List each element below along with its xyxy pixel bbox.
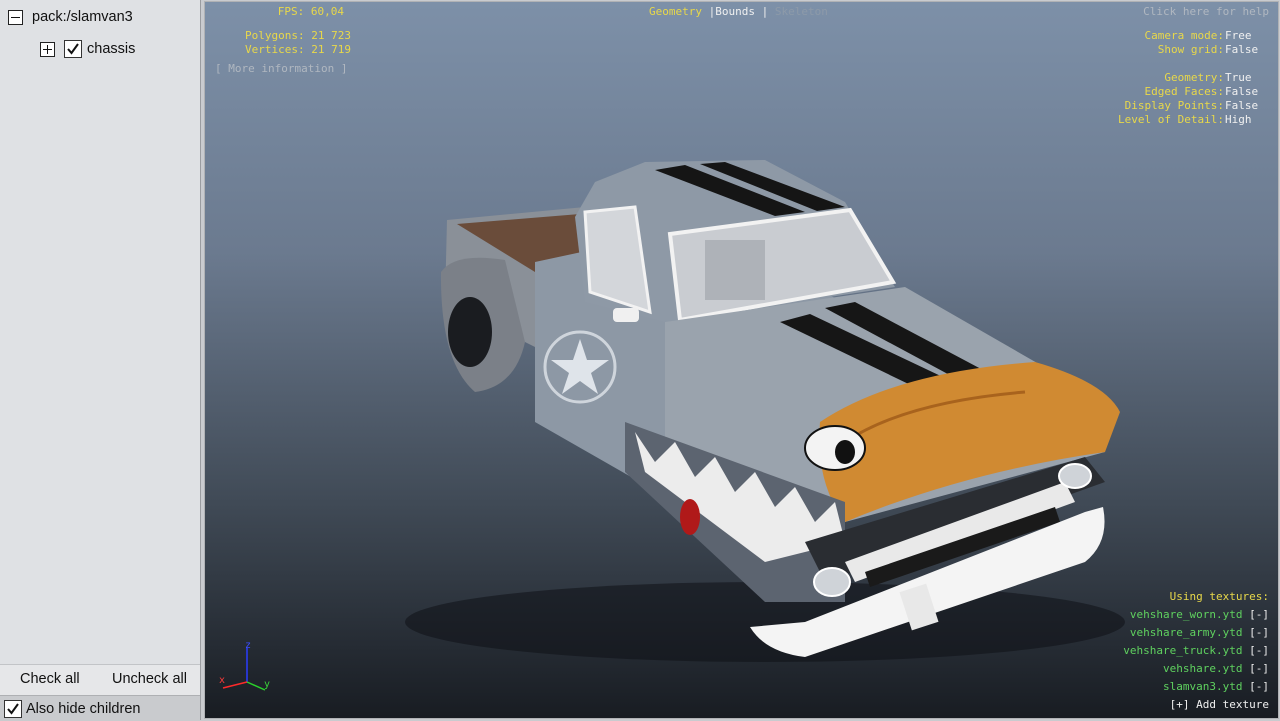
check-buttons-bar: Check all Uncheck all [0,664,200,695]
3d-viewport[interactable]: FPS: 60,04 Polygons: 21 723 Vertices: 21… [204,1,1279,719]
texture-item: slamvan3.ytd [-] [1163,680,1269,693]
axis-gizmo [222,648,266,691]
remove-texture-button[interactable]: [-] [1249,662,1269,675]
model-tree-panel: pack:/slamvan3 chassis Check all Uncheck… [0,0,201,721]
texture-item: vehshare_worn.ytd [-] [1129,608,1269,621]
tree-node-chassis-label: chassis [87,41,136,57]
tree-node-root[interactable]: pack:/slamvan3 [8,7,133,27]
setting-level-of-detail[interactable]: Level of Detail: [1118,113,1224,127]
polygons-readout: Polygons: 21 723 [245,29,351,42]
render-mode-switch: Geometry |Bounds | Skeleton [649,5,828,18]
axis-x-label: x [219,675,226,686]
geometry-mode-toggle[interactable]: Geometry [649,5,702,18]
setting-show-grid-value[interactable]: False [1225,43,1258,57]
uncheck-all-button[interactable]: Uncheck all [112,671,187,687]
axis-z-label: z [245,640,252,651]
hide-children-option[interactable]: Also hide children [0,695,200,721]
setting-edged-faces[interactable]: Edged Faces: [1145,85,1224,99]
setting-geometry-value[interactable]: True [1225,71,1252,85]
collapse-icon[interactable] [8,9,23,25]
skeleton-mode-toggle[interactable]: Skeleton [775,5,828,18]
texture-item: vehshare_truck.ytd [-] [1123,644,1269,657]
remove-texture-button[interactable]: [-] [1249,644,1269,657]
setting-level-of-detail-value[interactable]: High [1225,113,1252,127]
remove-texture-button[interactable]: [-] [1249,680,1269,693]
texture-item: vehshare.ytd [-] [1163,662,1269,675]
setting-geometry[interactable]: Geometry: [1164,71,1224,85]
setting-edged-faces-value[interactable]: False [1225,85,1258,99]
checkmark-icon [67,43,79,55]
tree-node-root-label: pack:/slamvan3 [32,9,133,25]
check-all-button[interactable]: Check all [20,671,80,687]
chassis-visibility-checkbox[interactable] [64,40,82,58]
setting-display-points[interactable]: Display Points: [1125,99,1224,113]
setting-show-grid[interactable]: Show grid: [1158,43,1224,57]
hide-children-label: Also hide children [26,700,141,717]
hide-children-checkbox[interactable] [4,699,22,718]
remove-texture-button[interactable]: [-] [1249,608,1269,621]
setting-camera-mode[interactable]: Camera mode: [1145,29,1224,43]
vehicle-model-render [405,160,1125,662]
checkmark-icon [7,702,19,715]
vertices-readout: Vertices: 21 719 [245,43,351,56]
remove-texture-button[interactable]: [-] [1249,626,1269,639]
more-information-link[interactable]: [ More information ] [215,62,347,76]
bounds-mode-toggle[interactable]: Bounds [715,5,755,18]
setting-display-points-value[interactable]: False [1225,99,1258,113]
tree-node-chassis[interactable]: chassis [40,39,135,59]
fps-readout: FPS: 60,04 [277,5,344,18]
texture-item: vehshare_army.ytd [-] [1129,626,1269,639]
axis-y-label: y [264,679,271,690]
setting-camera-mode-value[interactable]: Free [1225,29,1252,43]
help-link[interactable]: Click here for help [1143,5,1269,19]
textures-title: Using textures: [1169,590,1269,603]
expand-icon[interactable] [40,41,55,57]
add-texture-button[interactable]: [+] Add texture [1170,698,1269,712]
